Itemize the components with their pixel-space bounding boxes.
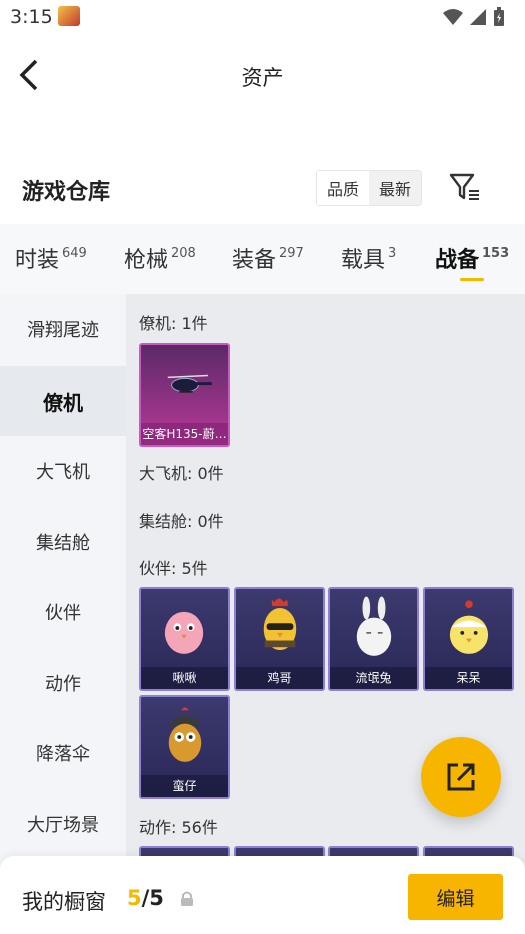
page-title: 资产: [241, 66, 284, 90]
signal-icon: [470, 9, 486, 25]
sidebar-item-lobby-scene[interactable]: 大厅场景: [0, 789, 126, 859]
edit-button[interactable]: 编辑: [408, 874, 503, 920]
item-card[interactable]: 蛮仔: [139, 695, 230, 799]
helicopter-icon: [167, 374, 212, 393]
sidebar-item-wingman[interactable]: 僚机: [0, 366, 126, 436]
tab-equipment[interactable]: 装备 297: [232, 242, 304, 274]
yellow-chick-icon: [449, 600, 489, 654]
item-card[interactable]: 流氓兔: [328, 587, 419, 691]
sidebar-item-capsule[interactable]: 集结舱: [0, 507, 126, 577]
section-title: 游戏仓库: [22, 180, 111, 205]
group-label-capsule: 集结舱: 0件: [139, 512, 224, 531]
status-time: 3:15: [10, 6, 53, 28]
tab-vehicles[interactable]: 载具 3: [341, 242, 396, 274]
sidebar: 滑翔尾迹 僚机 大飞机 集结舱 伙伴 动作 降落伞 大厅场景: [0, 294, 126, 874]
filter-icon[interactable]: [447, 170, 483, 204]
bottom-bar: 我的橱窗 5/5 编辑: [0, 856, 525, 934]
helmet-chicken-icon: [167, 707, 203, 762]
item-card-label: 呆呆: [425, 667, 512, 689]
sidebar-item-parachute[interactable]: 降落伞: [0, 718, 126, 788]
sort-quality-button[interactable]: 品质: [317, 171, 369, 205]
share-button[interactable]: [421, 737, 501, 817]
chicken-icon: [263, 598, 297, 651]
item-card-label: 流氓兔: [330, 667, 417, 689]
group-label-big-plane: 大飞机: 0件: [139, 464, 224, 483]
tab-combat-gear[interactable]: 战备 153: [435, 242, 509, 274]
tab-fashion[interactable]: 时装 649: [15, 242, 87, 274]
category-tabs: 时装 649 枪械 208 装备 297 载具 3 战备 153: [0, 224, 525, 294]
status-icons: [443, 7, 505, 27]
group-label-wingman: 僚机: 1件: [139, 314, 208, 333]
sidebar-item-action[interactable]: 动作: [0, 648, 126, 718]
sidebar-item-big-plane[interactable]: 大飞机: [0, 436, 126, 506]
item-card[interactable]: 啾啾: [139, 587, 230, 691]
item-card[interactable]: 鸡哥: [234, 587, 325, 691]
item-card-label: 蛮仔: [141, 775, 228, 797]
group-label-partner: 伙伴: 5件: [139, 559, 208, 578]
app-notification-icon: [58, 6, 80, 26]
sidebar-item-glide-trail[interactable]: 滑翔尾迹: [0, 294, 126, 364]
item-card-label: 啾啾: [141, 667, 228, 689]
status-bar: 3:15: [0, 0, 525, 34]
sort-newest-button[interactable]: 最新: [369, 171, 421, 205]
item-card[interactable]: 呆呆: [423, 587, 514, 691]
showcase-count: 5/5: [127, 886, 164, 910]
rabbit-icon: [356, 596, 392, 656]
pink-bird-icon: [164, 611, 204, 654]
item-card-label: 鸡哥: [236, 667, 323, 689]
external-link-icon: [447, 763, 475, 791]
battery-icon: [494, 7, 504, 26]
item-card[interactable]: 空客H135-蔚…: [139, 343, 230, 447]
header: 资产: [0, 40, 525, 110]
sidebar-item-partner[interactable]: 伙伴: [0, 577, 126, 647]
showcase-label: 我的橱窗: [22, 890, 106, 914]
lock-icon: [181, 891, 193, 906]
active-tab-indicator: [460, 278, 484, 281]
tab-guns[interactable]: 枪械 208: [124, 242, 196, 274]
group-label-action: 动作: 56件: [139, 818, 218, 837]
item-card-label: 空客H135-蔚…: [141, 423, 228, 445]
sort-toggle: 品质 最新: [316, 170, 422, 206]
wifi-icon: [443, 9, 463, 25]
